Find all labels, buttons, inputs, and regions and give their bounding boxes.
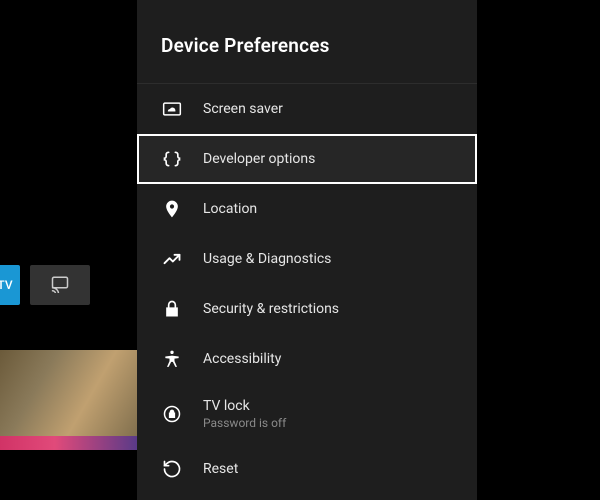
- setting-accessibility[interactable]: Accessibility: [137, 334, 477, 384]
- setting-label: Accessibility: [203, 351, 281, 367]
- home-tile-tv[interactable]: TV: [0, 265, 20, 305]
- banner-tag: NEW SHOW: [6, 440, 50, 449]
- setting-developer-options[interactable]: Developer options: [137, 134, 477, 184]
- setting-reset[interactable]: Reset: [137, 444, 477, 494]
- setting-usage-diagnostics[interactable]: Usage & Diagnostics: [137, 234, 477, 284]
- home-banner[interactable]: NEW SHOW: [0, 350, 137, 450]
- location-icon: [161, 198, 183, 220]
- setting-sublabel: Password is off: [203, 416, 286, 430]
- setting-label: Developer options: [203, 151, 315, 167]
- home-tile-cast[interactable]: [30, 265, 90, 305]
- cloud-icon: [161, 98, 183, 120]
- panel-header: Device Preferences: [137, 0, 477, 83]
- setting-label: Location: [203, 201, 257, 217]
- tv-lock-icon: [161, 403, 183, 425]
- accessibility-icon: [161, 348, 183, 370]
- setting-location[interactable]: Location: [137, 184, 477, 234]
- setting-screen-saver[interactable]: Screen saver: [137, 84, 477, 134]
- braces-icon: [161, 148, 183, 170]
- setting-label: Screen saver: [203, 101, 283, 117]
- setting-label: Reset: [203, 461, 238, 477]
- setting-security-restrictions[interactable]: Security & restrictions: [137, 284, 477, 334]
- setting-tv-lock[interactable]: TV lock Password is off: [137, 384, 477, 444]
- settings-panel: Device Preferences Screen saver Develope…: [137, 0, 477, 500]
- setting-label: TV lock: [203, 398, 286, 414]
- cast-icon: [49, 275, 71, 296]
- reset-icon: [161, 458, 183, 480]
- setting-label: Usage & Diagnostics: [203, 251, 331, 267]
- setting-label: Security & restrictions: [203, 301, 339, 317]
- page-title: Device Preferences: [161, 34, 453, 57]
- trend-icon: [161, 248, 183, 270]
- lock-icon: [161, 298, 183, 320]
